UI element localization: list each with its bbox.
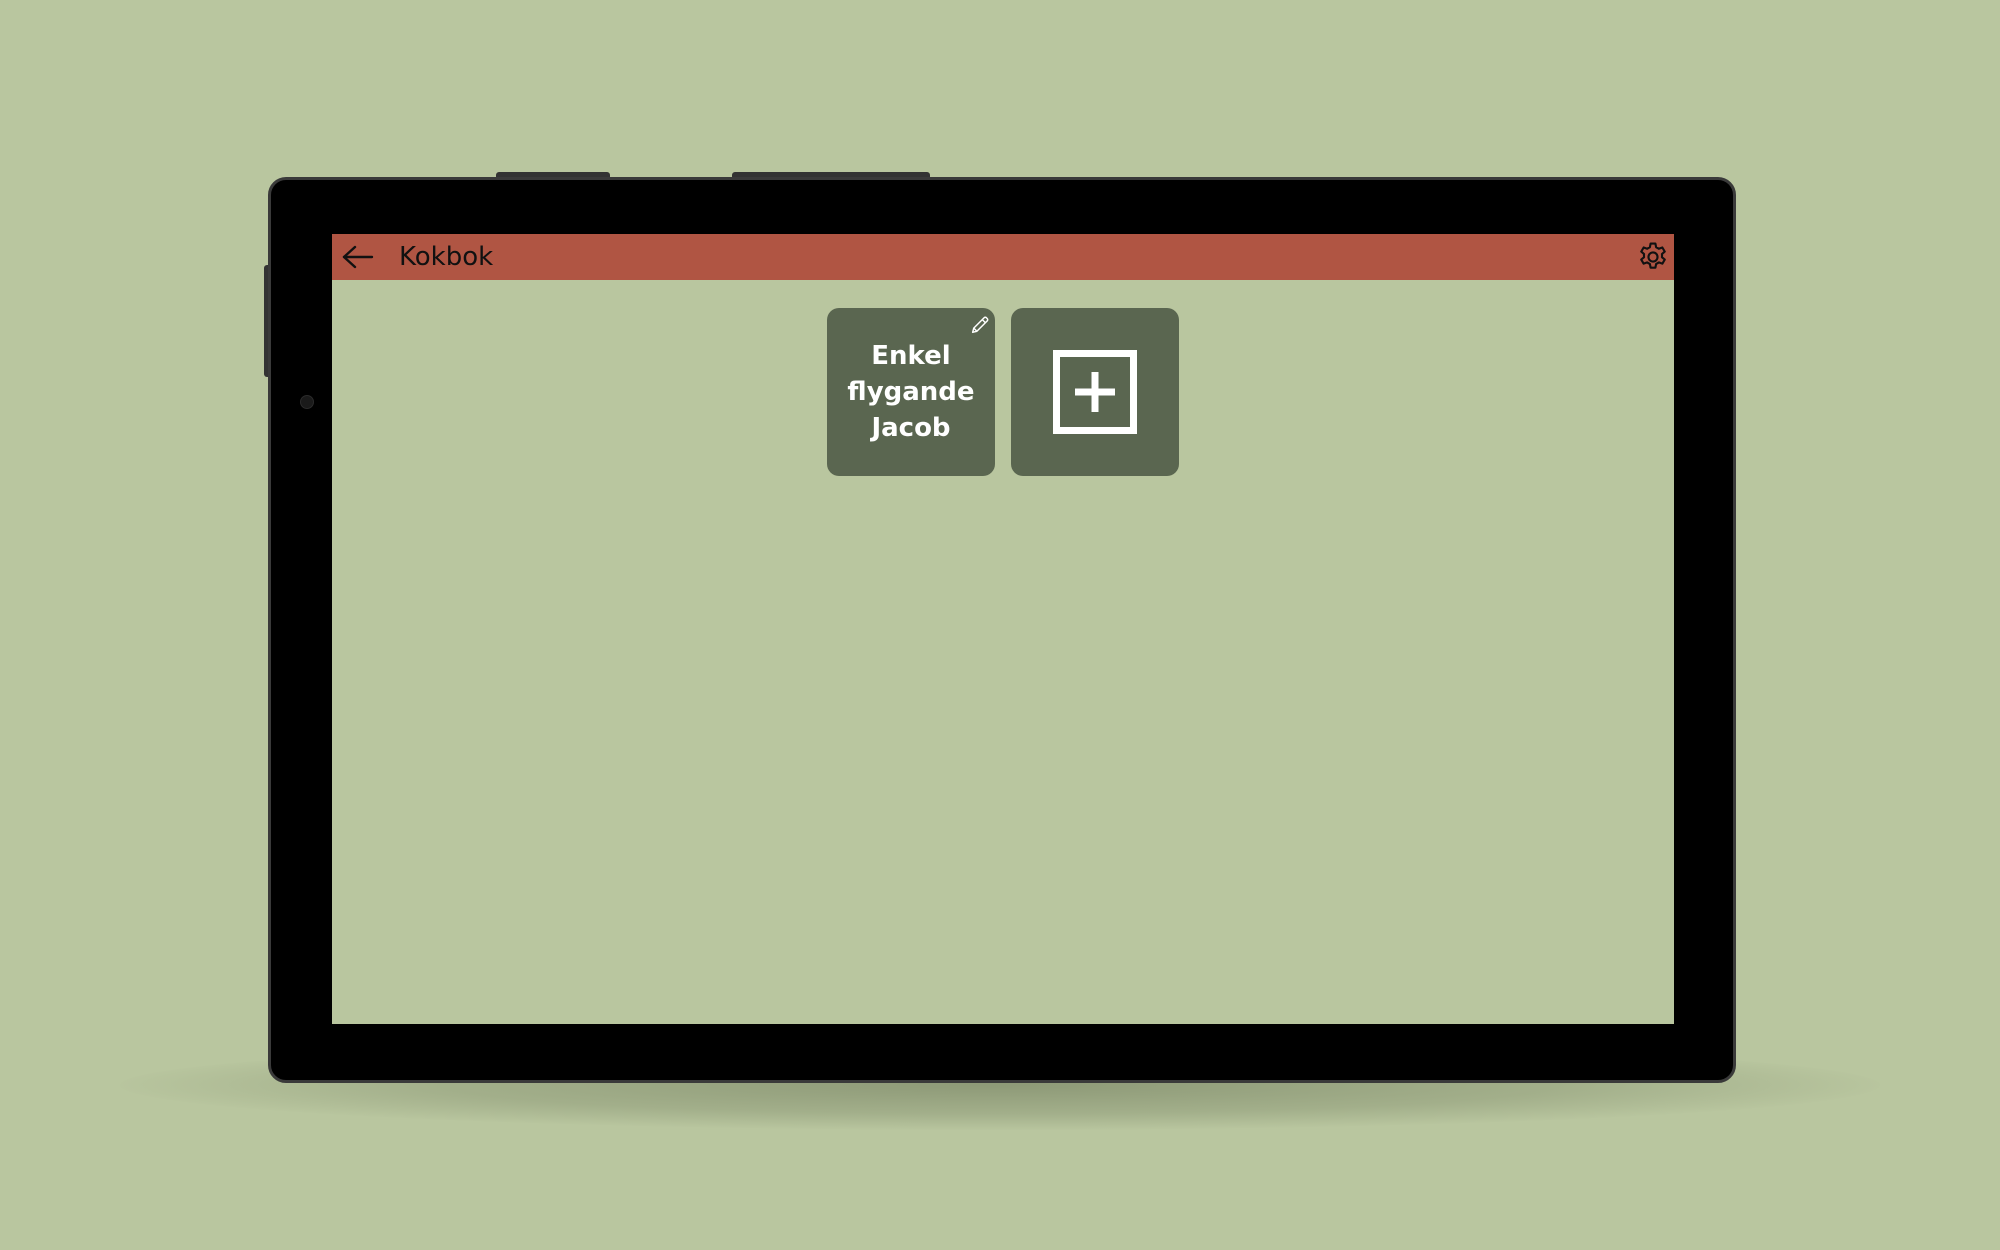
recipe-tile[interactable]: Enkel flygande Jacob: [827, 308, 995, 476]
edit-recipe-button[interactable]: [969, 314, 991, 336]
add-recipe-button[interactable]: [1011, 308, 1179, 476]
app-screen: Kokbok Enkel flygande Jacob: [332, 234, 1674, 1024]
settings-button[interactable]: [1634, 238, 1672, 276]
pencil-icon: [971, 316, 989, 334]
recipe-title: Enkel flygande Jacob: [847, 341, 975, 443]
page-title: Kokbok: [399, 242, 494, 272]
back-button[interactable]: [338, 239, 378, 275]
device-stage: Kokbok Enkel flygande Jacob: [0, 0, 2000, 1250]
front-camera: [300, 395, 314, 409]
gear-icon: [1640, 242, 1666, 269]
app-bar: Kokbok: [332, 234, 1674, 280]
arrow-left-icon: [342, 245, 374, 269]
plus-square-icon: [1053, 350, 1137, 434]
